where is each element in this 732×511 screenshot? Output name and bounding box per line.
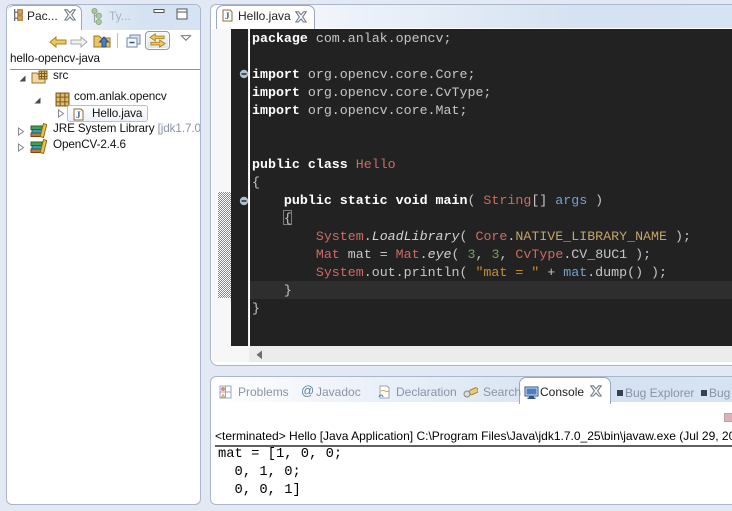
svg-text:J: J bbox=[76, 110, 81, 120]
svg-text:J: J bbox=[225, 11, 230, 21]
